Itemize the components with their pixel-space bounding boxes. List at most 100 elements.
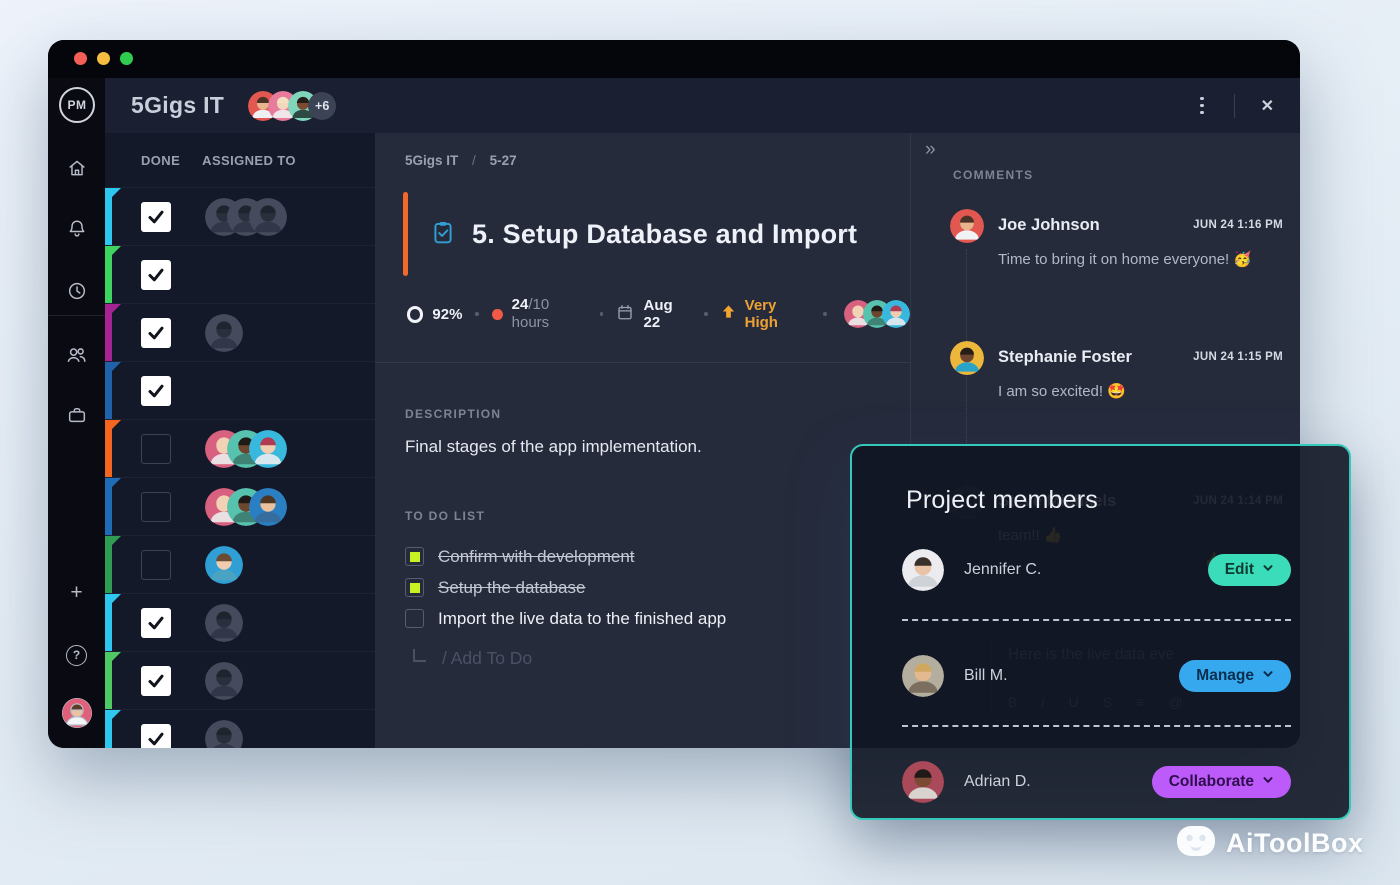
help-icon[interactable]: ? [65, 643, 89, 667]
assigned-avatars [205, 662, 243, 700]
table-row[interactable] [105, 420, 375, 478]
team-people-icon[interactable] [65, 342, 89, 366]
description-label: DESCRIPTION [405, 407, 910, 421]
member-row: Jennifer C. Edit [902, 549, 1291, 591]
add-todo-button[interactable]: / Add To Do [413, 648, 910, 669]
assigned-avatars [205, 488, 287, 526]
todo-item: Confirm with development [405, 541, 910, 572]
done-checkbox[interactable] [141, 202, 171, 232]
member-name: Adrian D. [964, 773, 1031, 791]
table-row[interactable] [105, 710, 375, 748]
task-color-tag [105, 478, 112, 535]
watermark-text: AiToolBox [1226, 828, 1363, 859]
member-role-button[interactable]: Manage [1179, 660, 1291, 692]
table-row[interactable] [105, 478, 375, 536]
todo-item: Setup the database [405, 572, 910, 603]
done-checkbox[interactable] [141, 724, 171, 749]
avatar [205, 314, 243, 352]
close-icon[interactable]: ✕ [1261, 96, 1274, 116]
avatar [249, 488, 287, 526]
done-checkbox[interactable] [141, 666, 171, 696]
assigned-avatars [205, 720, 243, 749]
done-checkbox[interactable] [141, 608, 171, 638]
table-row[interactable] [105, 188, 375, 246]
notifications-bell-icon[interactable] [65, 216, 89, 240]
chevron-down-icon [1262, 561, 1274, 579]
comments-label: COMMENTS [953, 168, 1033, 182]
avatar [882, 300, 910, 328]
todo-label: TO DO LIST [405, 509, 910, 523]
project-title: 5Gigs IT [131, 92, 224, 119]
column-done: DONE [141, 153, 180, 168]
column-assigned-to: ASSIGNED TO [202, 153, 296, 168]
done-checkbox[interactable] [141, 260, 171, 290]
member-name: Bill M. [964, 667, 1008, 685]
member-role-button[interactable]: Collaborate [1152, 766, 1291, 798]
assigned-avatars [205, 314, 243, 352]
priority-label: Very High [745, 297, 811, 331]
table-row[interactable] [105, 594, 375, 652]
members-card-title: Project members [906, 486, 1291, 515]
task-color-tag [105, 594, 112, 651]
task-clipboard-icon [430, 219, 456, 250]
robot-logo-icon [1176, 824, 1216, 863]
done-checkbox[interactable] [141, 376, 171, 406]
breadcrumb-project[interactable]: 5Gigs IT [405, 153, 458, 168]
table-row[interactable] [105, 304, 375, 362]
hours-done: 24 [512, 296, 529, 313]
avatar [205, 546, 243, 584]
commenter-avatar [950, 341, 984, 375]
user-avatar[interactable] [65, 701, 89, 725]
table-row[interactable] [105, 652, 375, 710]
calendar-icon [616, 303, 634, 326]
comment-text: I am so excited! 🤩 [998, 382, 1126, 400]
avatar [902, 655, 944, 697]
table-row[interactable] [105, 536, 375, 594]
done-checkbox[interactable] [141, 318, 171, 348]
todo-checkbox[interactable] [405, 609, 424, 628]
table-row[interactable] [105, 362, 375, 420]
projects-briefcase-icon[interactable] [65, 403, 89, 427]
chevron-down-icon [1262, 773, 1274, 791]
more-options-kebab-icon[interactable] [1196, 93, 1208, 119]
todo-item: Import the live data to the finished app [405, 603, 910, 634]
project-header: 5Gigs IT +6 ✕ [105, 78, 1300, 133]
avatar [205, 662, 243, 700]
collapse-panel-icon[interactable]: ›› [925, 139, 934, 161]
avatar [902, 549, 944, 591]
project-members-card: Project members Jennifer C. Edit Bill M.… [850, 444, 1351, 820]
recent-clock-icon[interactable] [65, 279, 89, 303]
task-meta-row: 92% 24/10 hours Aug 22 Very Hi [407, 296, 910, 332]
member-role-button[interactable]: Edit [1208, 554, 1291, 586]
assignee-avatars[interactable] [844, 300, 910, 328]
table-row[interactable] [105, 246, 375, 304]
done-checkbox[interactable] [141, 434, 171, 464]
maximize-traffic-light[interactable] [120, 52, 133, 65]
commenter-avatar [950, 209, 984, 243]
comment-text: Time to bring it on home everyone! 🥳 [998, 250, 1252, 268]
add-plus-icon[interactable]: + [65, 581, 89, 605]
breadcrumb-task-id: 5-27 [490, 153, 517, 168]
task-color-tag [105, 652, 112, 709]
close-traffic-light[interactable] [74, 52, 87, 65]
hours-status-dot [492, 309, 502, 320]
todo-checkbox[interactable] [405, 578, 424, 597]
indent-l-icon [413, 649, 426, 662]
done-checkbox[interactable] [141, 550, 171, 580]
home-icon[interactable] [65, 156, 89, 180]
chevron-down-icon [1262, 667, 1274, 685]
todo-checkbox[interactable] [405, 547, 424, 566]
task-color-tag [105, 304, 112, 361]
minimize-traffic-light[interactable] [97, 52, 110, 65]
avatar [249, 198, 287, 236]
task-color-tag [105, 536, 112, 593]
task-color-tag [105, 420, 112, 477]
member-row: Bill M. Manage [902, 655, 1291, 697]
comment-timestamp: JUN 24 1:15 PM [1193, 351, 1283, 363]
progress-ring-icon [407, 306, 423, 323]
app-logo: PM [59, 87, 95, 123]
done-checkbox[interactable] [141, 492, 171, 522]
assigned-avatars [205, 430, 287, 468]
extra-members-badge[interactable]: +6 [308, 92, 336, 120]
comment-timestamp: JUN 24 1:16 PM [1193, 219, 1283, 231]
